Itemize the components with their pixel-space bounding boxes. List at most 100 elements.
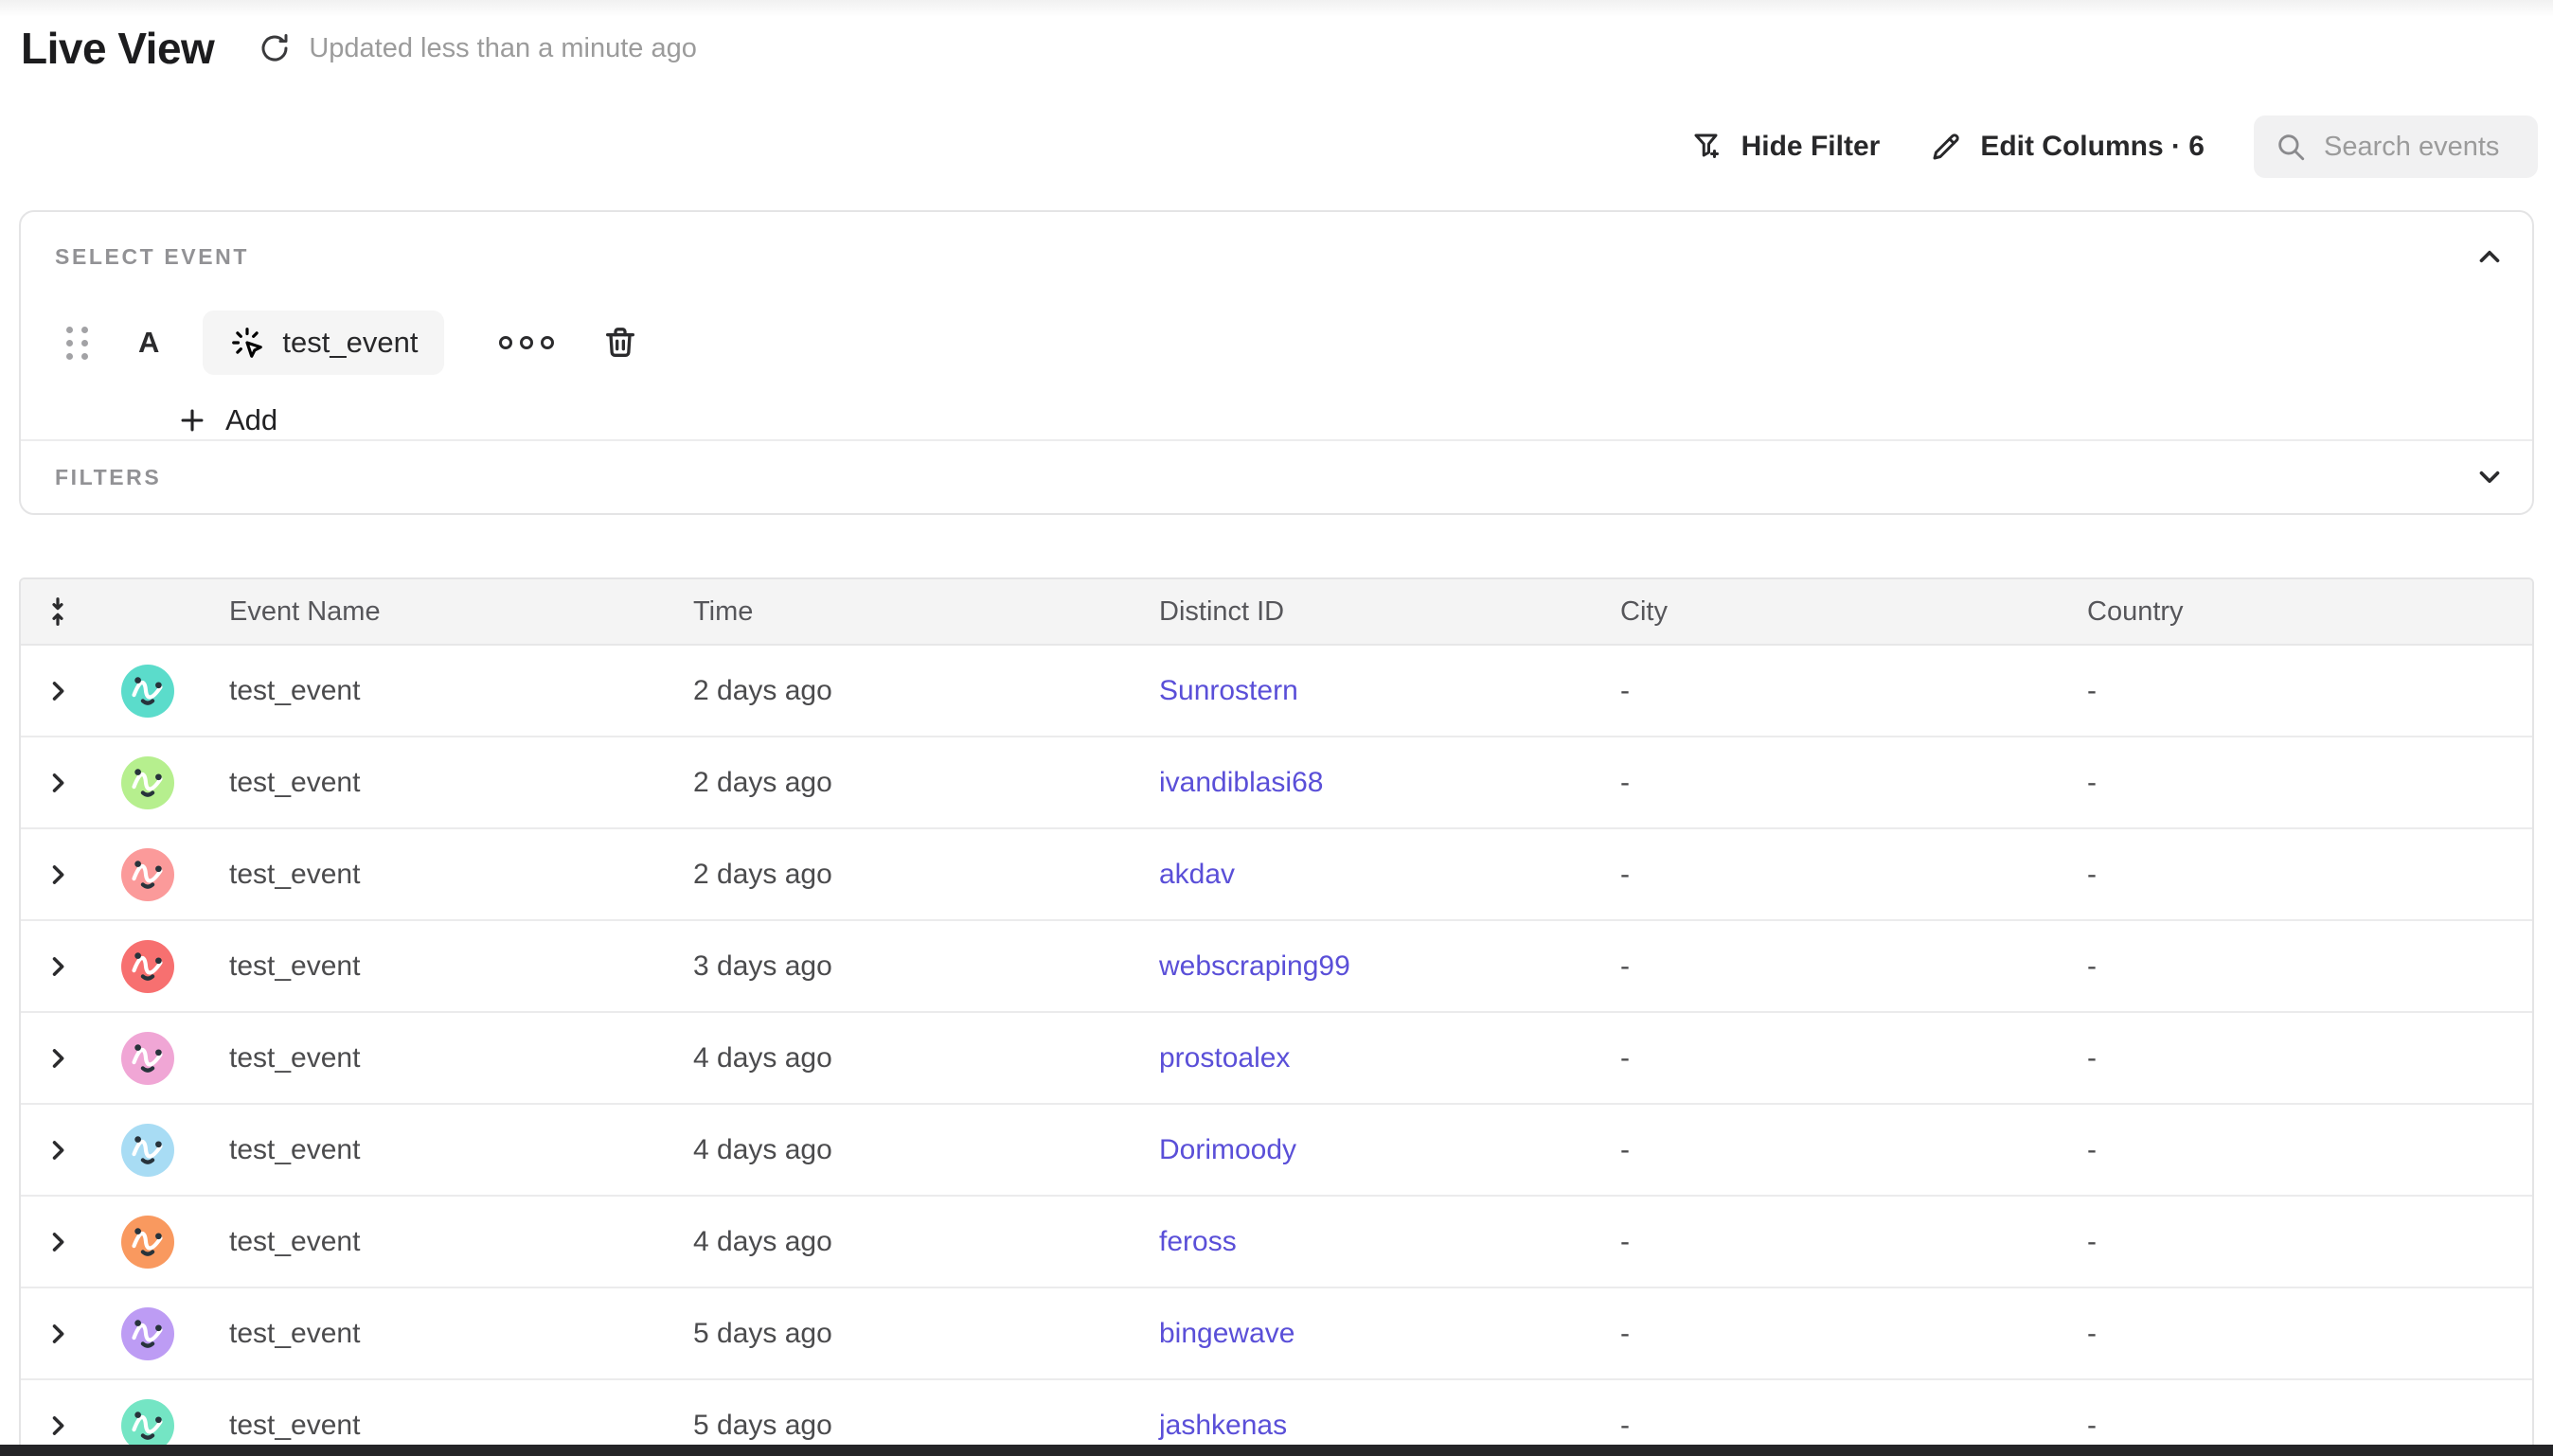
collapse-vertical-icon — [43, 596, 73, 627]
chevron-right-icon — [45, 1321, 71, 1347]
avatar-face-icon — [121, 1307, 174, 1360]
column-header-country: Country — [2059, 596, 2532, 628]
time-cell: 2 days ago — [665, 767, 1131, 799]
distinct-id-link[interactable]: bingewave — [1159, 1318, 1294, 1349]
expand-row-button[interactable] — [45, 1229, 71, 1255]
distinct-id-link[interactable]: Dorimoody — [1159, 1134, 1296, 1165]
hide-filter-button[interactable]: Hide Filter — [1690, 130, 1881, 164]
top-gradient — [0, 0, 2553, 17]
expand-row-button[interactable] — [45, 1412, 71, 1439]
refresh-icon — [258, 31, 292, 65]
event-row: A test_event — [55, 311, 2506, 375]
city-cell: - — [1592, 1134, 2059, 1166]
events-table: Event Name Time Distinct ID City Country — [19, 577, 2534, 1445]
query-builder-card: SELECT EVENT A — [19, 210, 2534, 515]
pencil-icon — [1929, 130, 1963, 164]
updated-status: Updated less than a minute ago — [309, 33, 697, 64]
event-name-cell: test_event — [201, 675, 665, 707]
city-cell: - — [1592, 950, 2059, 983]
city-cell: - — [1592, 1410, 2059, 1442]
collapse-section-button[interactable] — [2473, 240, 2506, 273]
avatar-face-icon — [121, 1399, 174, 1446]
expand-row-button[interactable] — [45, 861, 71, 888]
filters-section: FILTERS — [21, 439, 2532, 513]
select-event-label: SELECT EVENT — [55, 244, 249, 270]
avatar-face-icon — [121, 1216, 174, 1269]
select-event-section: SELECT EVENT A — [21, 212, 2532, 439]
expand-row-button[interactable] — [45, 770, 71, 796]
column-header-city: City — [1592, 596, 2059, 628]
user-avatar[interactable] — [121, 1216, 174, 1269]
table-header-row: Event Name Time Distinct ID City Country — [21, 579, 2532, 646]
edit-columns-label: Edit Columns · 6 — [1980, 131, 2205, 163]
user-avatar[interactable] — [121, 848, 174, 901]
city-cell: - — [1592, 859, 2059, 891]
country-cell: - — [2059, 950, 2532, 983]
chevron-right-icon — [45, 1412, 71, 1439]
trash-icon — [601, 324, 639, 362]
expand-row-button[interactable] — [45, 1137, 71, 1163]
user-avatar[interactable] — [121, 1307, 174, 1360]
time-cell: 5 days ago — [665, 1318, 1131, 1350]
filter-plus-icon — [1690, 130, 1724, 164]
avatar-face-icon — [121, 940, 174, 993]
time-cell: 4 days ago — [665, 1042, 1131, 1074]
page-header: Live View Updated less than a minute ago — [21, 23, 697, 74]
distinct-id-link[interactable]: Sunrostern — [1159, 675, 1298, 706]
add-event-button[interactable]: Add — [176, 403, 277, 437]
delete-event-button[interactable] — [601, 324, 639, 362]
avatar-face-icon — [121, 1124, 174, 1177]
distinct-id-link[interactable]: prostoalex — [1159, 1042, 1290, 1074]
city-cell: - — [1592, 1226, 2059, 1258]
ellipsis-icon — [499, 336, 554, 349]
user-avatar[interactable] — [121, 756, 174, 809]
add-button-label: Add — [225, 403, 277, 437]
edit-columns-button[interactable]: Edit Columns · 6 — [1929, 130, 2205, 164]
chevron-down-icon — [2473, 461, 2506, 493]
chevron-up-icon — [2473, 240, 2506, 273]
event-options-button[interactable] — [490, 327, 563, 359]
event-name-cell: test_event — [201, 1226, 665, 1258]
drag-handle[interactable] — [66, 327, 89, 360]
expand-row-button[interactable] — [45, 953, 71, 980]
table-row: test_event 2 days ago ivandiblasi68 - - — [21, 737, 2532, 829]
country-cell: - — [2059, 675, 2532, 707]
expand-row-button[interactable] — [45, 678, 71, 704]
user-avatar[interactable] — [121, 1124, 174, 1177]
column-header-time: Time — [665, 596, 1131, 628]
event-name-cell: test_event — [201, 1134, 665, 1166]
refresh-button[interactable] — [256, 29, 294, 67]
expand-filters-button[interactable] — [2473, 461, 2506, 493]
time-cell: 2 days ago — [665, 675, 1131, 707]
distinct-id-link[interactable]: feross — [1159, 1226, 1237, 1257]
event-name-cell: test_event — [201, 1042, 665, 1074]
event-selector-chip[interactable]: test_event — [203, 311, 444, 375]
collapse-all-button[interactable] — [43, 596, 73, 627]
distinct-id-link[interactable]: webscraping99 — [1159, 950, 1350, 982]
table-row: test_event 4 days ago feross - - — [21, 1197, 2532, 1288]
country-cell: - — [2059, 859, 2532, 891]
avatar-face-icon — [121, 665, 174, 718]
event-name-cell: test_event — [201, 950, 665, 983]
distinct-id-link[interactable]: akdav — [1159, 859, 1235, 890]
user-avatar[interactable] — [121, 1032, 174, 1085]
city-cell: - — [1592, 767, 2059, 799]
plus-icon — [176, 404, 208, 436]
country-cell: - — [2059, 1134, 2532, 1166]
user-avatar[interactable] — [121, 1399, 174, 1446]
country-cell: - — [2059, 1042, 2532, 1074]
table-row: test_event 2 days ago Sunrostern - - — [21, 646, 2532, 737]
time-cell: 4 days ago — [665, 1134, 1131, 1166]
table-row: test_event 5 days ago jashkenas - - — [21, 1380, 2532, 1445]
user-avatar[interactable] — [121, 940, 174, 993]
distinct-id-link[interactable]: jashkenas — [1159, 1410, 1287, 1441]
chevron-right-icon — [45, 861, 71, 888]
event-row-letter: A — [138, 326, 159, 360]
expand-row-button[interactable] — [45, 1321, 71, 1347]
search-input[interactable] — [2324, 132, 2517, 163]
country-cell: - — [2059, 767, 2532, 799]
expand-row-button[interactable] — [45, 1045, 71, 1072]
distinct-id-link[interactable]: ivandiblasi68 — [1159, 767, 1323, 798]
user-avatar[interactable] — [121, 665, 174, 718]
time-cell: 4 days ago — [665, 1226, 1131, 1258]
